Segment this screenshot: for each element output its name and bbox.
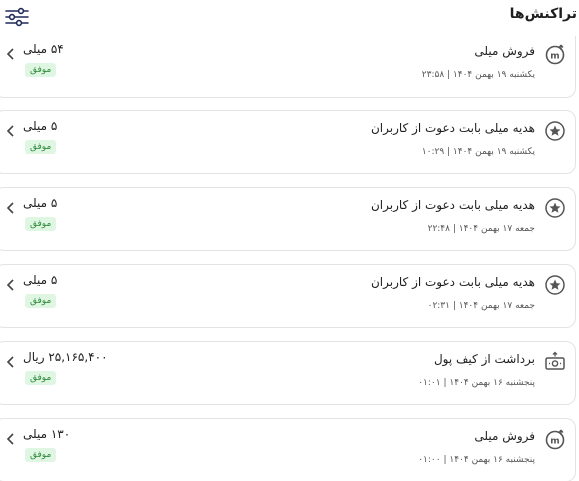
transaction-title: فروش میلی [474, 44, 535, 58]
transaction-date: یکشنبه ۱۹ بهمن ۱۴۰۴ | ۱۰:۲۹ [421, 147, 535, 157]
transaction-title: هدیه میلی بابت دعوت از کاربران [370, 198, 535, 212]
m-coin-icon: m [545, 44, 565, 65]
transaction-title: فروش میلی [474, 429, 535, 443]
transaction-amount: ۵ میلی [23, 119, 58, 133]
transaction-title: هدیه میلی بابت دعوت از کاربران [370, 121, 535, 135]
transaction-title: هدیه میلی بابت دعوت از کاربران [370, 275, 535, 289]
transaction-card[interactable]: هدیه میلی بابت دعوت از کاربران یکشنبه ۱۹… [0, 110, 576, 174]
svg-text:m: m [550, 52, 559, 62]
page-title: تراکنش‌ها [509, 6, 577, 22]
chevron-left-icon[interactable] [6, 124, 16, 138]
transaction-amount: ۱۳۰ میلی [23, 427, 71, 441]
transaction-card[interactable]: برداشت از کیف پول پنجشنبه ۱۶ بهمن ۱۴۰۴ |… [0, 341, 576, 405]
transaction-card[interactable]: هدیه میلی بابت دعوت از کاربران جمعه ۱۷ ب… [0, 187, 576, 251]
sliders-icon[interactable] [4, 6, 30, 28]
transaction-card[interactable]: m فروش میلی پنجشنبه ۱۶ بهمن ۱۴۰۴ | ۰۱:۰۰… [0, 418, 576, 481]
status-badge: موفق [25, 371, 57, 385]
status-badge: موفق [25, 217, 57, 231]
transaction-list: m فروش میلی یکشنبه ۱۹ بهمن ۱۴۰۴ | ۲۳:۵۸ … [0, 36, 579, 481]
transaction-title: برداشت از کیف پول [433, 352, 535, 366]
page-header: تراکنش‌ها [0, 0, 579, 36]
transaction-amount: ۵ میلی [23, 273, 58, 287]
chevron-left-icon[interactable] [6, 47, 16, 61]
transaction-date: پنجشنبه ۱۶ بهمن ۱۴۰۴ | ۰۱:۰۱ [418, 378, 535, 388]
star-icon [545, 275, 565, 295]
transaction-amount: ۵۴ میلی [23, 42, 64, 56]
transaction-card[interactable]: هدیه میلی بابت دعوت از کاربران جمعه ۱۷ ب… [0, 264, 576, 328]
transaction-date: یکشنبه ۱۹ بهمن ۱۴۰۴ | ۲۳:۵۸ [421, 70, 535, 80]
status-badge: موفق [25, 63, 57, 77]
transaction-date: جمعه ۱۷ بهمن ۱۴۰۴ | ۰۲:۳۱ [427, 301, 535, 311]
chevron-left-icon[interactable] [6, 278, 16, 292]
star-icon [545, 121, 565, 141]
transaction-date: پنجشنبه ۱۶ بهمن ۱۴۰۴ | ۰۱:۰۰ [418, 455, 535, 465]
svg-text:m: m [550, 437, 559, 447]
transaction-amount: ۲۵,۱۶۵,۴۰۰ ریال [23, 350, 108, 364]
status-badge: موفق [25, 140, 57, 154]
chevron-left-icon[interactable] [6, 201, 16, 215]
chevron-left-icon[interactable] [6, 355, 16, 369]
transaction-card[interactable]: m فروش میلی یکشنبه ۱۹ بهمن ۱۴۰۴ | ۲۳:۵۸ … [0, 36, 576, 98]
chevron-left-icon[interactable] [6, 432, 16, 446]
star-icon [545, 198, 565, 218]
status-badge: موفق [25, 294, 57, 308]
transaction-date: جمعه ۱۷ بهمن ۱۴۰۴ | ۲۲:۴۸ [427, 224, 535, 234]
m-coin-icon: m [545, 429, 565, 450]
status-badge: موفق [25, 448, 57, 462]
cash-withdraw-icon [545, 351, 565, 370]
transaction-amount: ۵ میلی [23, 196, 58, 210]
